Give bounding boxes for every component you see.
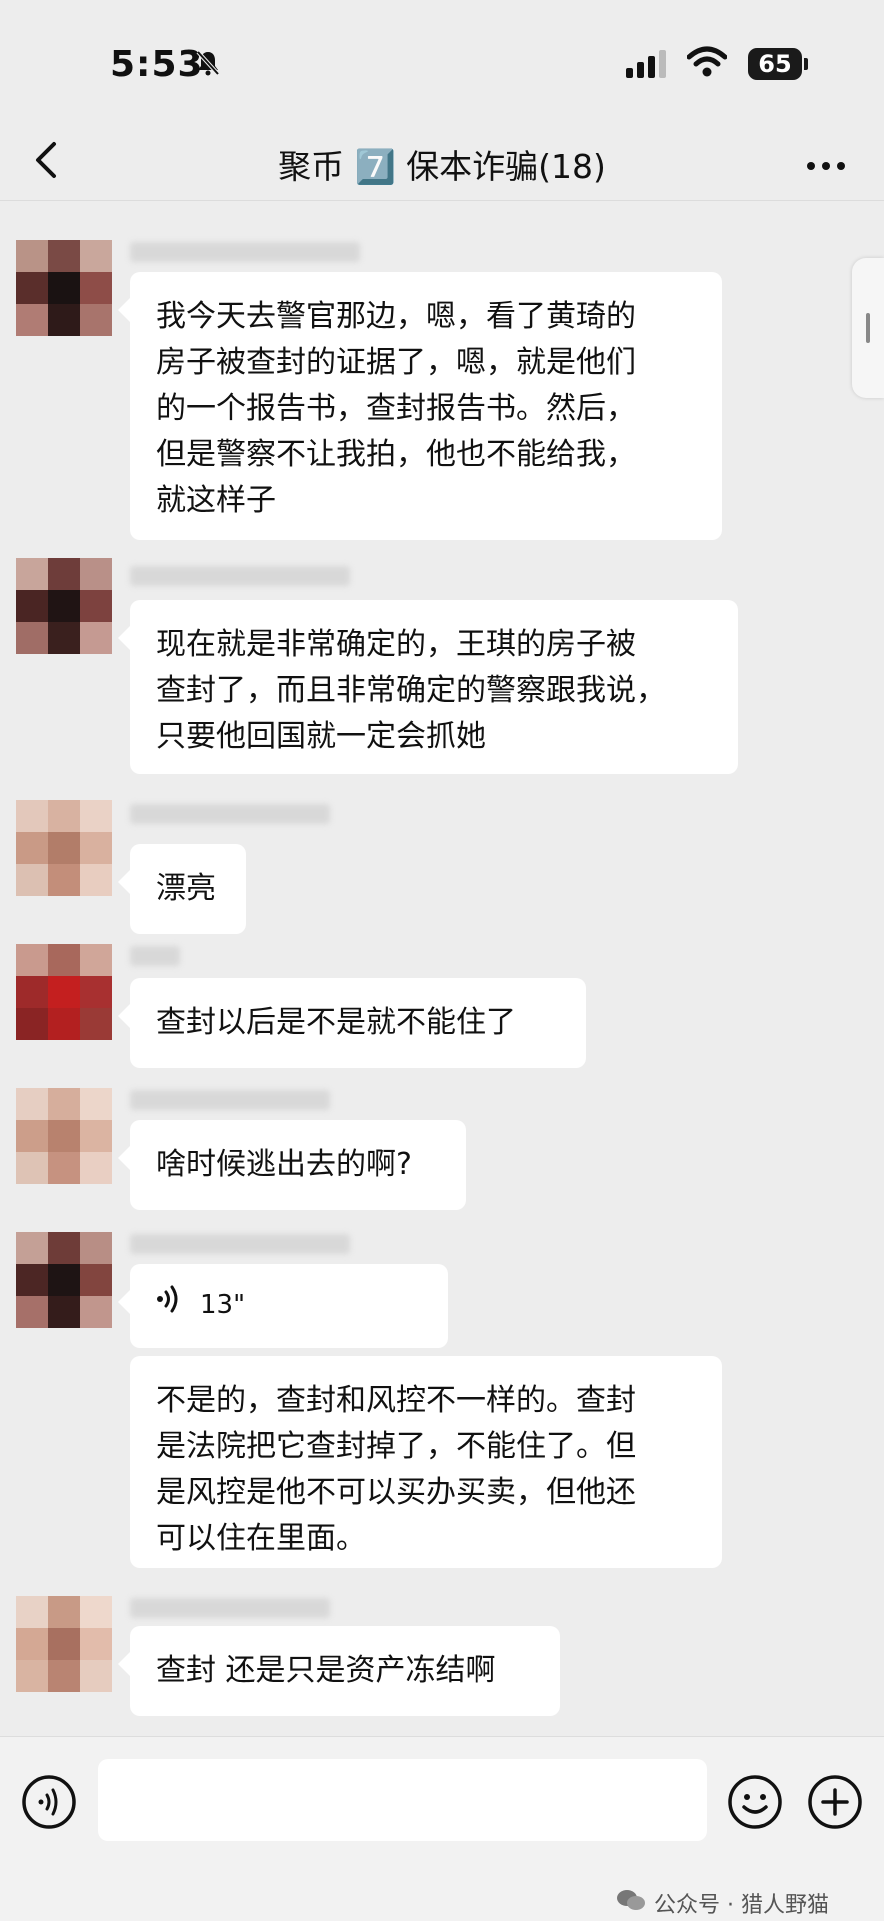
ellipsis-icon[interactable]	[806, 156, 846, 175]
voice-message-bubble[interactable]: 13"	[118, 1264, 448, 1348]
message-text: 查封以后是不是就不能住了	[156, 1005, 516, 1040]
wechat-icon	[616, 1888, 646, 1918]
sender-name-blurred	[130, 242, 360, 262]
voice-input-icon[interactable]	[20, 1773, 78, 1835]
message-text: 不是的，查封和风控不一样的。查封 是法院把它查封掉了，不能住了。但 是风控是他不…	[156, 1383, 636, 1556]
message-bubble[interactable]: 我今天去警官那边，嗯，看了黄琦的 房子被查封的证据了，嗯，就是他们 的一个报告书…	[118, 272, 722, 540]
voice-duration: 13"	[200, 1290, 246, 1320]
sender-name-blurred	[130, 1598, 330, 1618]
message-input[interactable]	[98, 1759, 707, 1841]
bell-mute-icon	[196, 50, 220, 80]
sender-name-blurred	[130, 1234, 350, 1254]
chat-title: 聚币 7️⃣ 保本诈骗(18)	[278, 147, 606, 186]
voice-wave-icon	[156, 1282, 182, 1328]
watermark: 公众号 · 猎人野猫	[616, 1887, 829, 1919]
avatar[interactable]	[16, 1596, 112, 1692]
wifi-icon	[686, 46, 728, 82]
avatar[interactable]	[16, 1088, 112, 1184]
emoji-icon[interactable]	[726, 1773, 784, 1835]
avatar[interactable]	[16, 800, 112, 896]
message-text: 啥时候逃出去的啊?	[156, 1147, 412, 1182]
avatar[interactable]	[16, 944, 112, 1040]
sender-name-blurred	[130, 946, 180, 966]
message-bubble[interactable]: 不是的，查封和风控不一样的。查封 是法院把它查封掉了，不能住了。但 是风控是他不…	[130, 1356, 722, 1568]
avatar[interactable]	[16, 558, 112, 654]
message-text: 我今天去警官那边，嗯，看了黄琦的 房子被查封的证据了，嗯，就是他们 的一个报告书…	[156, 299, 636, 518]
battery-indicator: 65	[748, 48, 802, 80]
watermark-text: 公众号 · 猎人野猫	[654, 1893, 829, 1918]
sender-name-blurred	[130, 566, 350, 586]
message-bubble[interactable]: 现在就是非常确定的，王琪的房子被 查封了，而且非常确定的警察跟我说， 只要他回国…	[118, 600, 738, 774]
avatar[interactable]	[16, 240, 112, 336]
battery-nub	[804, 58, 808, 70]
plus-icon[interactable]	[806, 1773, 864, 1835]
sender-name-blurred	[130, 1090, 330, 1110]
status-time: 5:53	[110, 44, 204, 85]
message-bubble[interactable]: 漂亮	[118, 844, 246, 934]
cellular-signal-icon	[626, 50, 668, 82]
message-bubble[interactable]: 查封 还是只是资产冻结啊	[118, 1626, 560, 1716]
chat-header: 聚币 7️⃣ 保本诈骗(18)	[0, 130, 884, 201]
sender-name-blurred	[130, 804, 330, 824]
message-bubble[interactable]: 啥时候逃出去的啊?	[118, 1120, 466, 1210]
status-bar: 5:53 65	[0, 0, 884, 130]
avatar[interactable]	[16, 1232, 112, 1328]
message-text: 漂亮	[156, 871, 216, 906]
message-text: 现在就是非常确定的，王琪的房子被 查封了，而且非常确定的警察跟我说， 只要他回国…	[156, 627, 666, 754]
input-bar: 公众号 · 猎人野猫	[0, 1736, 884, 1921]
scroll-handle[interactable]	[852, 258, 884, 398]
message-bubble[interactable]: 查封以后是不是就不能住了	[118, 978, 586, 1068]
message-text: 查封 还是只是资产冻结啊	[156, 1653, 496, 1688]
